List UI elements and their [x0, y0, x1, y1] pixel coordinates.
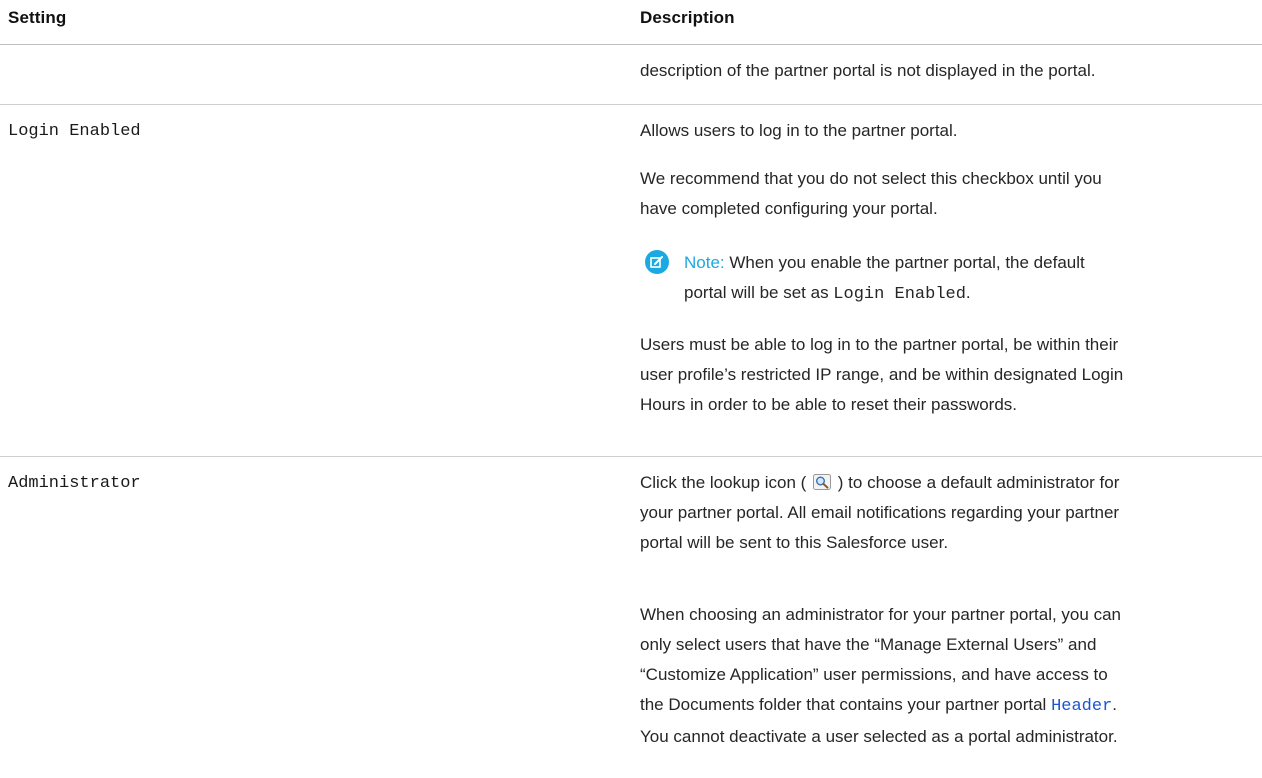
- text-line: the Documents folder that contains your …: [640, 690, 1252, 722]
- lookup-suffix: ) to choose a default administrator for: [837, 473, 1120, 492]
- row-divider: [0, 456, 1262, 457]
- login-enabled-code: Login Enabled: [833, 285, 966, 304]
- note-line-1: When you enable the partner portal, the …: [729, 253, 1085, 272]
- header-link[interactable]: Header: [1051, 697, 1112, 716]
- table-header-row: Setting Description: [0, 0, 1262, 45]
- text-line: “Customize Application” user permissions…: [640, 665, 1108, 684]
- documents-prefix: the Documents folder that contains your …: [640, 695, 1052, 714]
- column-header-description: Description: [640, 8, 735, 27]
- login-enabled-description-p2: We recommend that you do not select this…: [640, 164, 1252, 224]
- text-line: Note: When you enable the partner portal…: [684, 248, 1244, 278]
- login-enabled-description-p1: Allows users to log in to the partner po…: [640, 121, 958, 140]
- text-line: When choosing an administrator for your …: [640, 605, 1121, 624]
- text-line: portal will be set as Login Enabled.: [684, 278, 1244, 310]
- text-line: Hours in order to be able to reset their…: [640, 395, 1018, 414]
- text-line: Users must be able to log in to the part…: [640, 335, 1119, 354]
- text-line: only select users that have the “Manage …: [640, 635, 1097, 654]
- note-line-2-prefix: portal will be set as: [684, 283, 834, 302]
- text-line: Click the lookup icon ( ) to choose a de…: [640, 468, 1252, 498]
- note-label: Note:: [684, 253, 725, 272]
- note-callout: Note: When you enable the partner portal…: [640, 248, 1252, 312]
- setting-administrator: Administrator: [8, 474, 141, 493]
- lookup-prefix: Click the lookup icon (: [640, 473, 807, 492]
- setting-login-enabled: Login Enabled: [8, 122, 141, 141]
- lookup-magnifier-icon: [813, 470, 832, 490]
- text-line: have completed configuring your portal.: [640, 199, 938, 218]
- text-line: We recommend that you do not select this…: [640, 169, 1102, 188]
- text-line: You cannot deactivate a user selected as…: [640, 727, 1118, 746]
- text-line: user profile’s restricted IP range, and …: [640, 365, 1124, 384]
- column-header-setting: Setting: [8, 8, 67, 27]
- documents-suffix: .: [1112, 695, 1118, 714]
- settings-table: Setting Description description of the p…: [0, 0, 1262, 778]
- administrator-description-p2: When choosing an administrator for your …: [640, 600, 1252, 752]
- login-enabled-description-p3: Users must be able to log in to the part…: [640, 330, 1252, 420]
- note-line-2-suffix: .: [965, 283, 971, 302]
- note-text: Note: When you enable the partner portal…: [684, 248, 1244, 310]
- administrator-description-p1: Click the lookup icon ( ) to choose a de…: [640, 468, 1252, 558]
- row-continued-description: description of the partner portal is not…: [640, 61, 1096, 80]
- text-line: your partner portal. All email notificat…: [640, 503, 1120, 522]
- text-line: portal will be sent to this Salesforce u…: [640, 533, 949, 552]
- row-divider: [0, 104, 1262, 105]
- note-edit-icon: [645, 250, 669, 274]
